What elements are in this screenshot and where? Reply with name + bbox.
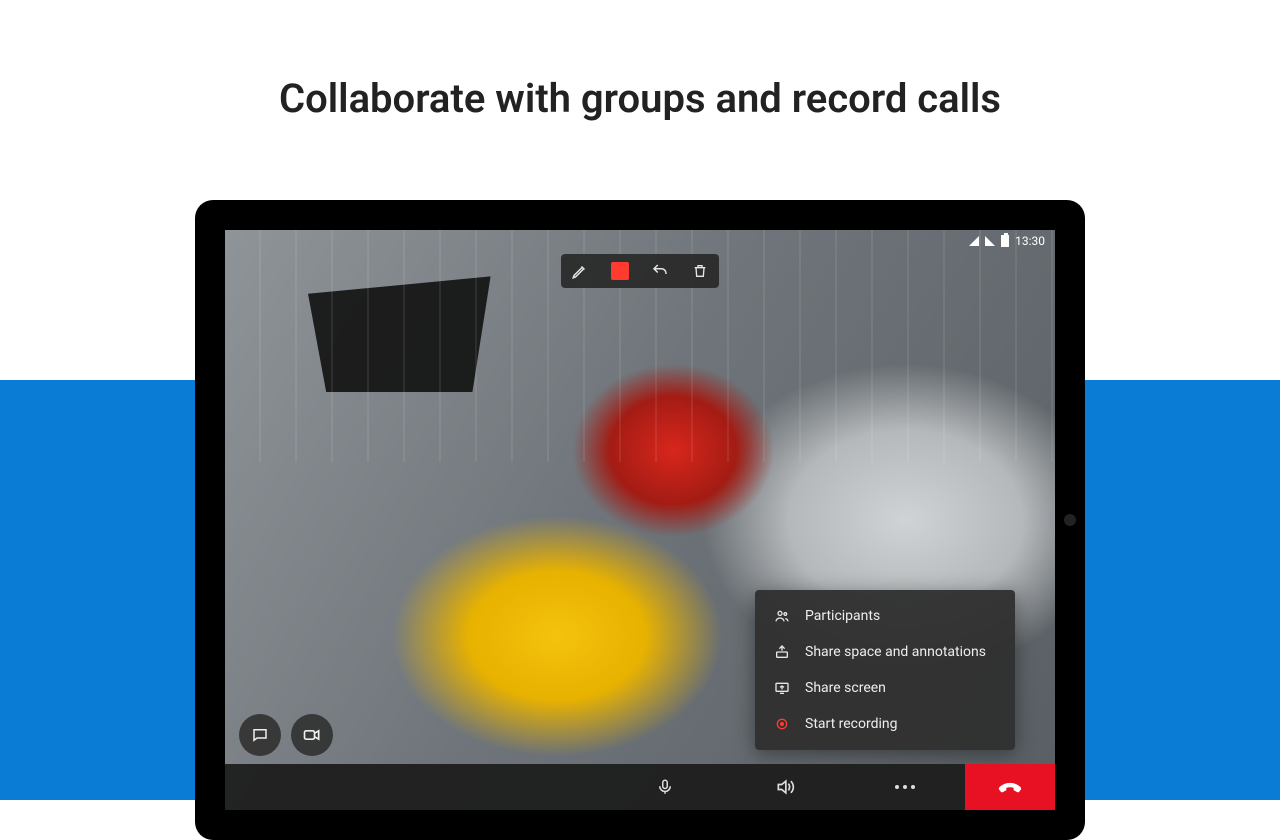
- menu-item-label: Participants: [805, 608, 880, 624]
- record-icon: [773, 716, 791, 732]
- color-picker-button[interactable]: [609, 260, 631, 282]
- end-call-button[interactable]: [965, 764, 1055, 810]
- signal-icon: [985, 236, 995, 246]
- mute-mic-button[interactable]: [605, 764, 725, 810]
- annotation-toolbar: [561, 254, 719, 288]
- tablet-home-button: [1064, 514, 1076, 526]
- menu-item-label: Share space and annotations: [805, 644, 986, 660]
- marketing-headline: Collaborate with groups and record calls: [0, 75, 1280, 122]
- share-screen-icon: [773, 680, 791, 696]
- menu-item-share-screen[interactable]: Share screen: [755, 670, 1015, 706]
- participants-icon: [773, 608, 791, 624]
- toggle-camera-button[interactable]: [291, 714, 333, 756]
- call-control-bar: [225, 764, 1055, 810]
- more-options-button[interactable]: [845, 764, 965, 810]
- wifi-icon: [969, 236, 979, 246]
- battery-icon: [1001, 235, 1009, 247]
- color-swatch-red-icon: [611, 262, 629, 280]
- menu-item-label: Start recording: [805, 716, 898, 732]
- chat-button[interactable]: [239, 714, 281, 756]
- undo-button[interactable]: [649, 260, 671, 282]
- clear-annotations-button[interactable]: [689, 260, 711, 282]
- android-status-bar: 13:30: [225, 230, 1055, 252]
- speaker-button[interactable]: [725, 764, 845, 810]
- tablet-frame: 13:30: [195, 200, 1085, 840]
- more-options-menu: Participants Share space and annotations…: [755, 590, 1015, 750]
- app-screen: 13:30: [225, 230, 1055, 810]
- status-time: 13:30: [1015, 234, 1045, 248]
- menu-item-participants[interactable]: Participants: [755, 598, 1015, 634]
- menu-item-label: Share screen: [805, 680, 886, 696]
- menu-item-start-recording[interactable]: Start recording: [755, 706, 1015, 742]
- share-space-icon: [773, 644, 791, 660]
- menu-item-share-space[interactable]: Share space and annotations: [755, 634, 1015, 670]
- pen-tool-button[interactable]: [569, 260, 591, 282]
- more-icon: [895, 785, 915, 789]
